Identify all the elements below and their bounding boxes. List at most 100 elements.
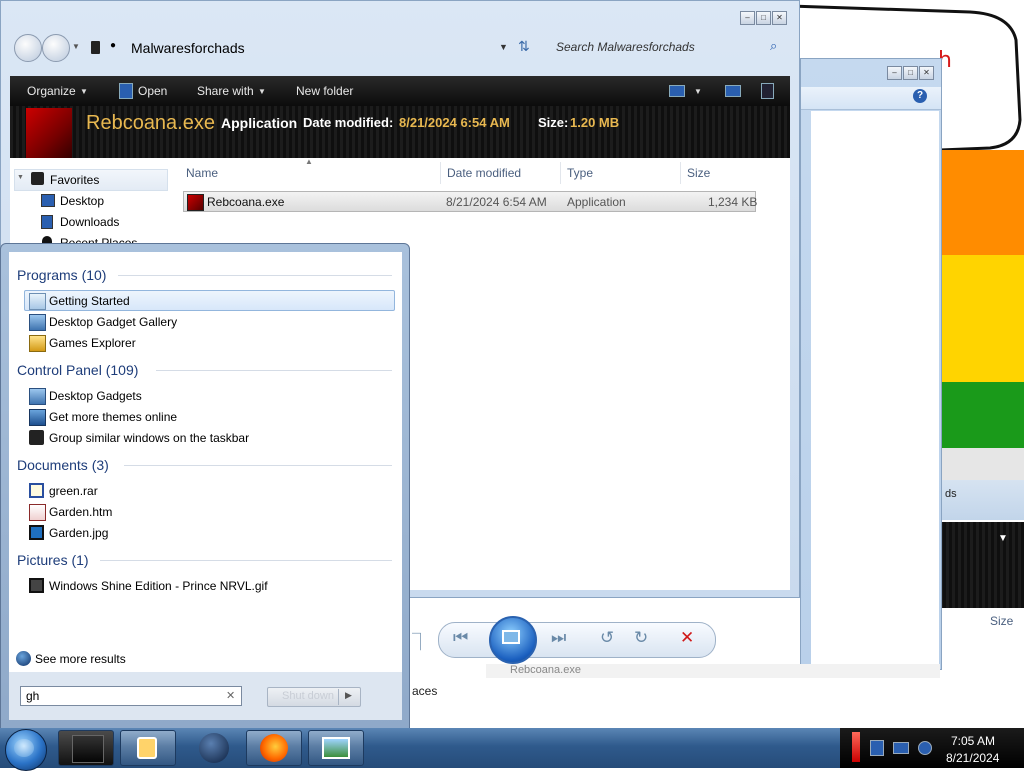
result-green-rar[interactable]: green.rar (49, 484, 98, 498)
column-divider (440, 162, 441, 184)
downloads-icon (41, 215, 53, 229)
application-icon (26, 108, 72, 158)
details-file-name: Rebcoana.exe (86, 112, 215, 134)
column-header-size[interactable]: Size (687, 166, 710, 180)
tray-network-icon[interactable] (870, 740, 884, 756)
see-more-icon (16, 651, 31, 666)
rotate-left-icon[interactable]: ↺ (600, 628, 614, 648)
result-garden-jpg[interactable]: Garden.jpg (49, 526, 108, 540)
preview-pane-icon[interactable] (725, 85, 741, 97)
group-divider (118, 275, 392, 276)
tray-display-icon[interactable] (893, 742, 909, 754)
result-garden-htm[interactable]: Garden.htm (49, 505, 112, 519)
start-search-value[interactable]: gh (26, 689, 39, 703)
column-header-date[interactable]: Date modified (447, 166, 521, 180)
result-windows-shine-gif[interactable]: Windows Shine Edition - Prince NRVL.gif (49, 579, 268, 593)
address-dropdown-icon[interactable]: ▼ (499, 42, 508, 52)
result-desktop-gadgets[interactable]: Desktop Gadgets (49, 389, 142, 403)
share-with-button[interactable]: Share with (197, 84, 254, 98)
rar-icon (29, 483, 44, 498)
details-file-type: Application (221, 115, 298, 131)
tray-notification-icon[interactable] (852, 732, 860, 762)
close-icon[interactable]: ✕ (919, 66, 934, 80)
result-group-similar-windows[interactable]: Group similar windows on the taskbar (49, 431, 249, 445)
shutdown-options-divider (338, 689, 339, 705)
nav-dropdown-icon[interactable]: ▼ (72, 42, 80, 51)
sidebar-item-downloads[interactable]: Downloads (60, 215, 119, 229)
forward-button[interactable] (42, 34, 70, 62)
file-type: Application (567, 195, 626, 209)
group-documents[interactable]: Documents (3) (17, 457, 109, 473)
background-file-name: Rebcoana.exe (510, 664, 581, 676)
sidebar-item-favorites[interactable]: Favorites (50, 173, 99, 187)
clock-date[interactable]: 8/21/2024 (946, 751, 999, 765)
column-divider (680, 162, 681, 184)
bg-green-band (940, 382, 1024, 448)
shutdown-options-icon[interactable]: ▶ (345, 690, 352, 701)
result-desktop-gadget-gallery[interactable]: Desktop Gadget Gallery (49, 315, 177, 329)
delete-icon[interactable]: ✕ (680, 628, 694, 648)
tray-volume-icon[interactable] (918, 741, 932, 755)
result-getting-started[interactable]: Getting Started (49, 294, 130, 308)
minimize-icon[interactable]: – (740, 11, 755, 25)
back-button[interactable] (14, 34, 42, 62)
maximize-icon[interactable]: □ (903, 66, 918, 80)
open-button[interactable]: Open (138, 84, 167, 98)
search-input[interactable]: Search Malwaresforchads (556, 40, 695, 54)
help-icon[interactable]: ? (913, 89, 927, 103)
globe-app-icon[interactable] (199, 733, 229, 763)
group-pictures[interactable]: Pictures (1) (17, 552, 89, 568)
column-header-type[interactable]: Type (567, 166, 593, 180)
previous-icon[interactable]: ⏮ (453, 628, 468, 648)
clear-search-icon[interactable]: ✕ (226, 689, 235, 702)
see-more-results-link[interactable]: See more results (35, 652, 126, 666)
column-divider (560, 162, 561, 184)
organize-button[interactable]: Organize (27, 84, 76, 98)
background-explorer-window[interactable]: ? (800, 58, 942, 670)
dropdown-arrow-icon: ▼ (998, 533, 1008, 544)
column-header-name[interactable]: Name (186, 166, 218, 180)
htm-icon (29, 504, 46, 521)
group-programs[interactable]: Programs (10) (17, 267, 106, 283)
sidebar-item-desktop[interactable]: Desktop (60, 194, 104, 208)
group-control-panel[interactable]: Control Panel (109) (17, 362, 138, 378)
result-get-more-themes[interactable]: Get more themes online (49, 410, 177, 424)
window-controls: – □ ✕ (740, 11, 787, 25)
rotate-right-icon[interactable]: ↻ (634, 628, 648, 648)
search-icon[interactable]: ⌕ (770, 38, 777, 54)
start-search-input[interactable] (20, 686, 242, 706)
bg-side-text: ds (945, 488, 957, 500)
taskbar-icon (29, 430, 44, 445)
share-dropdown-icon: ▼ (258, 87, 266, 96)
desktop-icon (41, 194, 55, 207)
group-divider (100, 560, 392, 561)
file-date: 8/21/2024 6:54 AM (446, 195, 547, 209)
partial-icon: ⏋ (412, 633, 429, 652)
breadcrumb-separator-icon: ● (110, 40, 117, 51)
bg-dark-band (940, 522, 1024, 608)
close-icon[interactable]: ✕ (772, 11, 787, 25)
favorites-star-icon (31, 172, 44, 185)
details-date-label: Date modified: (303, 115, 394, 130)
background-places-text: aces (412, 684, 438, 698)
new-folder-button[interactable]: New folder (296, 84, 353, 98)
jpg-icon (29, 525, 44, 540)
exe-icon (187, 194, 204, 211)
result-games-explorer[interactable]: Games Explorer (49, 336, 136, 350)
view-icon[interactable] (669, 85, 685, 97)
view-dropdown-icon[interactable]: ▼ (694, 87, 702, 96)
start-orb-emblem-icon (14, 739, 34, 757)
sort-arrow-icon: ▲ (305, 157, 313, 166)
favorites-expand-icon[interactable]: ▼ (17, 174, 24, 181)
shutdown-label: Shut down (282, 690, 334, 702)
address-path[interactable]: Malwaresforchads (131, 40, 245, 56)
next-icon[interactable]: ⏭ (551, 628, 566, 648)
firefox-icon (260, 734, 288, 762)
themes-icon (29, 409, 46, 426)
minimize-icon[interactable]: – (887, 66, 902, 80)
refresh-icon[interactable]: ⇅ (518, 38, 530, 55)
help-book-icon[interactable] (761, 83, 774, 99)
clock-time[interactable]: 7:05 AM (951, 734, 995, 748)
maximize-icon[interactable]: □ (756, 11, 771, 25)
media-player-controls (438, 622, 716, 658)
